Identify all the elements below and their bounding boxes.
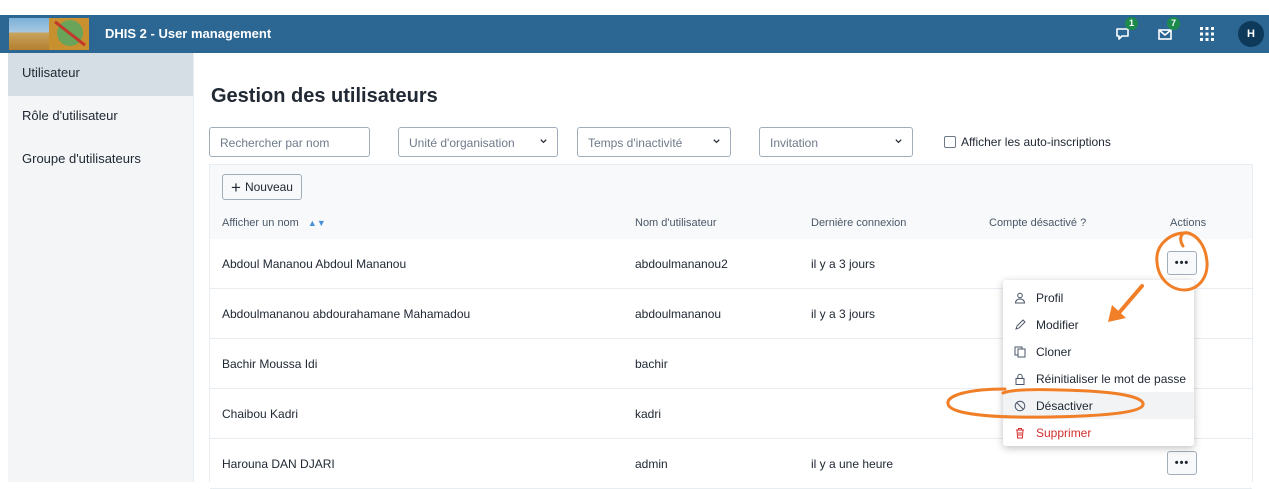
new-user-button[interactable]: + Nouveau xyxy=(222,174,302,200)
apps-grid-icon xyxy=(1200,27,1214,41)
pencil-icon xyxy=(1015,318,1026,330)
row-actions-button[interactable]: ••• xyxy=(1167,251,1197,275)
sort-icon[interactable]: ▲▼ xyxy=(308,218,326,228)
new-user-label: Nouveau xyxy=(244,180,293,194)
column-header-disabled: Compte désactivé ? xyxy=(989,217,1087,229)
menu-item-clone-label: Cloner xyxy=(1036,344,1072,359)
chevron-down-icon xyxy=(540,139,547,144)
menu-item-reset-password-label: Réinitialiser le mot de passe xyxy=(1036,371,1187,386)
header-bar: DHIS 2 - User management 1 7 H xyxy=(0,15,1269,53)
org-unit-select[interactable]: Unité d'organisation xyxy=(398,127,558,157)
messages-badge: 7 xyxy=(1167,17,1180,30)
self-registrations-label: Afficher les auto-inscriptions xyxy=(961,135,1111,149)
row-actions-menu: Profil Modifier Cloner Réinitialiser le … xyxy=(1003,280,1194,446)
more-icon: ••• xyxy=(1174,457,1190,469)
block-icon xyxy=(1014,400,1026,411)
row-name: Bachir Moussa Idi xyxy=(222,357,318,371)
sidebar-item-user-roles[interactable]: Rôle d'utilisateur xyxy=(8,96,193,139)
plus-icon: + xyxy=(231,177,241,197)
menu-item-edit[interactable]: Modifier xyxy=(1003,311,1194,338)
menu-item-profile-label: Profil xyxy=(1036,290,1064,305)
column-header-last-login: Dernière connexion xyxy=(811,217,907,229)
self-registrations-checkbox[interactable] xyxy=(944,136,956,148)
menu-item-delete[interactable]: Supprimer xyxy=(1003,419,1194,446)
inactivity-select[interactable]: Temps d'inactivité xyxy=(577,127,731,157)
column-header-username: Nom d'utilisateur xyxy=(635,217,717,229)
row-last-login: il y a une heure xyxy=(811,457,894,471)
messages-button[interactable]: 7 xyxy=(1154,17,1180,45)
copy-icon xyxy=(1014,346,1026,357)
search-input[interactable]: Rechercher par nom xyxy=(209,127,370,157)
menu-item-reset-password[interactable]: Réinitialiser le mot de passe xyxy=(1003,365,1194,392)
invitation-select[interactable]: Invitation xyxy=(759,127,913,157)
chevron-down-icon xyxy=(713,139,720,144)
menu-item-disable-label: Désactiver xyxy=(1036,398,1093,413)
sidebar-item-user-groups[interactable]: Groupe d'utilisateurs xyxy=(8,139,193,182)
interpretations-badge: 1 xyxy=(1125,17,1138,30)
logo-flag-image xyxy=(9,18,49,50)
row-username: abdoulmananou2 xyxy=(635,257,728,271)
sidebar-item-users[interactable]: Utilisateur xyxy=(8,53,193,96)
row-actions-button[interactable]: ••• xyxy=(1167,451,1197,475)
profile-avatar[interactable]: H xyxy=(1238,21,1264,47)
menu-item-clone[interactable]: Cloner xyxy=(1003,338,1194,365)
row-username: admin xyxy=(635,457,668,471)
app-title: DHIS 2 - User management xyxy=(105,26,272,41)
invitation-label: Invitation xyxy=(770,136,819,150)
row-name: Abdoulmananou abdourahamane Mahamadou xyxy=(222,307,471,321)
sidebar: Utilisateur Rôle d'utilisateur Groupe d'… xyxy=(8,53,194,482)
row-username: kadri xyxy=(635,407,662,421)
row-name: Harouna DAN DJARI xyxy=(222,457,335,471)
more-icon: ••• xyxy=(1174,257,1190,269)
column-header-name[interactable]: Afficher un nom ▲▼ xyxy=(222,217,326,229)
lock-icon xyxy=(1015,373,1025,385)
row-name: Chaibou Kadri xyxy=(222,407,299,421)
column-header-actions: Actions xyxy=(1170,217,1207,229)
user-icon xyxy=(1014,292,1026,303)
row-name: Abdoul Mananou Abdoul Mananou xyxy=(222,257,407,271)
chevron-down-icon xyxy=(895,139,902,144)
self-registrations-toggle[interactable]: Afficher les auto-inscriptions xyxy=(944,135,1111,149)
app-logo[interactable] xyxy=(9,18,89,50)
menu-item-disable[interactable]: Désactiver xyxy=(1003,392,1194,419)
menu-item-edit-label: Modifier xyxy=(1036,317,1079,332)
row-username: abdoulmananou xyxy=(635,307,722,321)
apps-menu-button[interactable] xyxy=(1196,23,1218,45)
page-title: Gestion des utilisateurs xyxy=(211,85,438,107)
trash-icon xyxy=(1016,427,1024,438)
search-placeholder: Rechercher par nom xyxy=(220,136,330,150)
menu-item-profile[interactable]: Profil xyxy=(1003,284,1194,311)
interpretations-button[interactable]: 1 xyxy=(1112,17,1138,45)
org-unit-label: Unité d'organisation xyxy=(409,136,515,150)
logo-map-image xyxy=(49,18,89,50)
row-last-login: il y a 3 jours xyxy=(811,257,876,271)
inactivity-label: Temps d'inactivité xyxy=(588,136,683,150)
row-username: bachir xyxy=(635,357,668,371)
menu-item-delete-label: Supprimer xyxy=(1036,425,1092,440)
column-header-name-label: Afficher un nom xyxy=(222,217,299,229)
row-last-login: il y a 3 jours xyxy=(811,307,876,321)
